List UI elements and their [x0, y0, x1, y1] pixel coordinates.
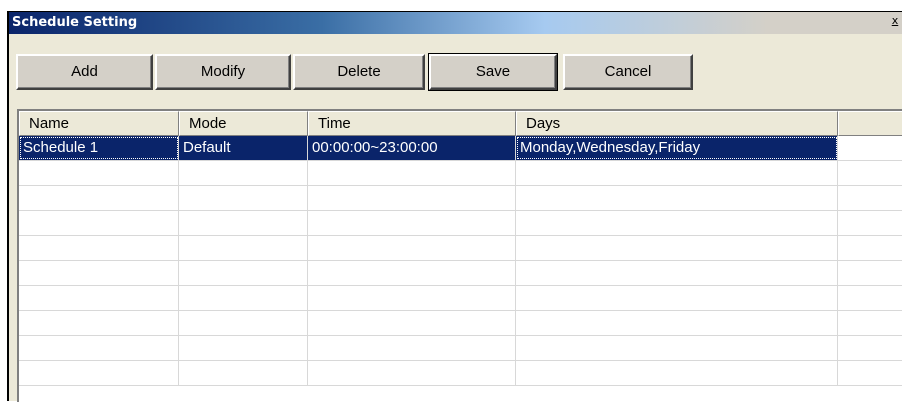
cell-mode: Default	[179, 136, 308, 160]
cell-days: Monday,Wednesday,Friday	[516, 136, 838, 160]
empty-cell	[308, 286, 516, 310]
close-button[interactable]: x	[889, 15, 901, 28]
dialog-title: Schedule Setting	[12, 15, 138, 30]
empty-table-row[interactable]	[19, 161, 902, 186]
cell-time: 00:00:00~23:00:00	[308, 136, 516, 160]
empty-table-row[interactable]	[19, 336, 902, 361]
empty-cell	[19, 261, 179, 285]
table-row[interactable]: Schedule 1 Default 00:00:00~23:00:00 Mon…	[19, 136, 902, 161]
empty-cell	[179, 286, 308, 310]
empty-cell	[516, 311, 838, 335]
empty-cell	[179, 311, 308, 335]
empty-cell	[516, 361, 838, 385]
empty-cell	[516, 186, 838, 210]
cell-name: Schedule 1	[19, 136, 179, 160]
empty-table-row[interactable]	[19, 186, 902, 211]
empty-cell	[838, 336, 902, 360]
empty-table-row[interactable]	[19, 236, 902, 261]
toolbar: Add Modify Delete Save Cancel	[9, 34, 902, 104]
column-header-days[interactable]: Days	[516, 111, 838, 136]
empty-cell	[179, 261, 308, 285]
save-button[interactable]: Save	[428, 53, 558, 91]
empty-cell	[179, 361, 308, 385]
empty-cell	[179, 236, 308, 260]
empty-cell	[179, 336, 308, 360]
delete-button[interactable]: Delete	[293, 54, 425, 90]
empty-cell	[308, 236, 516, 260]
empty-cell	[308, 261, 516, 285]
column-header-mode[interactable]: Mode	[179, 111, 308, 136]
empty-table-row[interactable]	[19, 286, 902, 311]
empty-cell	[19, 336, 179, 360]
empty-cell	[308, 211, 516, 235]
empty-cell	[838, 361, 902, 385]
schedule-setting-dialog: Schedule Setting x Add Modify Delete Sav…	[7, 11, 902, 402]
empty-cell	[308, 336, 516, 360]
empty-cell	[516, 211, 838, 235]
empty-cell	[838, 161, 902, 185]
cancel-button[interactable]: Cancel	[563, 54, 693, 90]
table-body: Schedule 1 Default 00:00:00~23:00:00 Mon…	[19, 136, 902, 386]
empty-cell	[179, 161, 308, 185]
empty-cell	[19, 361, 179, 385]
column-header-time[interactable]: Time	[308, 111, 516, 136]
empty-cell	[838, 311, 902, 335]
empty-table-row[interactable]	[19, 361, 902, 386]
cell-extra	[838, 136, 902, 160]
empty-cell	[179, 186, 308, 210]
empty-cell	[19, 286, 179, 310]
empty-cell	[179, 211, 308, 235]
empty-cell	[308, 186, 516, 210]
schedule-list[interactable]: Name Mode Time Days Schedule 1 Default 0…	[17, 109, 902, 402]
empty-cell	[838, 261, 902, 285]
empty-cell	[516, 261, 838, 285]
empty-cell	[308, 161, 516, 185]
empty-cell	[516, 336, 838, 360]
empty-cell	[19, 236, 179, 260]
empty-cell	[838, 286, 902, 310]
empty-cell	[838, 236, 902, 260]
empty-cell	[308, 361, 516, 385]
empty-cell	[19, 161, 179, 185]
empty-cell	[516, 161, 838, 185]
title-bar[interactable]: Schedule Setting x	[9, 12, 902, 34]
empty-table-row[interactable]	[19, 211, 902, 236]
close-icon: x	[891, 14, 899, 27]
column-header-name[interactable]: Name	[19, 111, 179, 136]
column-header-extra[interactable]	[838, 111, 902, 136]
empty-cell	[516, 236, 838, 260]
empty-table-row[interactable]	[19, 311, 902, 336]
empty-cell	[19, 211, 179, 235]
empty-table-row[interactable]	[19, 261, 902, 286]
table-header: Name Mode Time Days	[19, 111, 902, 136]
add-button[interactable]: Add	[16, 54, 153, 90]
empty-cell	[516, 286, 838, 310]
empty-cell	[19, 311, 179, 335]
empty-cell	[838, 211, 902, 235]
empty-cell	[838, 186, 902, 210]
modify-button[interactable]: Modify	[155, 54, 291, 90]
empty-cell	[19, 186, 179, 210]
empty-cell	[308, 311, 516, 335]
